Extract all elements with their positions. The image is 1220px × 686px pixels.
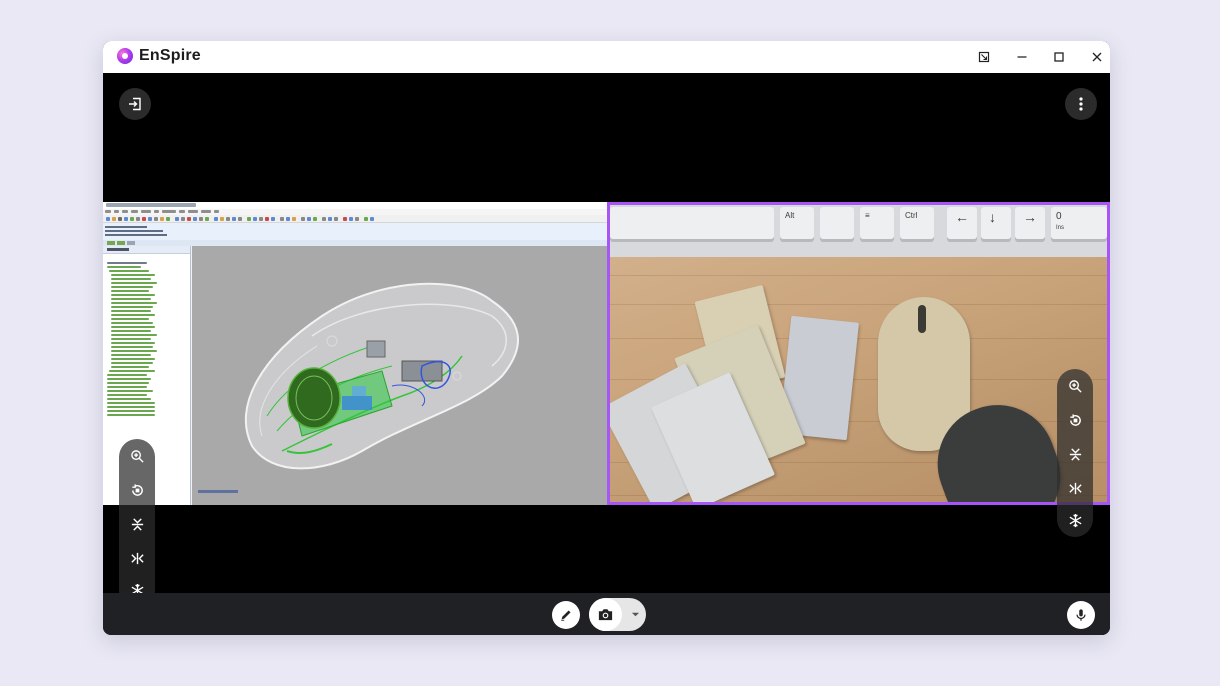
- cad-3d-viewport: [192, 246, 607, 505]
- zoom-in-icon: [130, 449, 144, 463]
- cad-toolbar: [103, 215, 607, 223]
- keyboard-in-view: Alt ≡ Ctrl ← ↓ → 0 Ins: [610, 205, 1107, 257]
- left-panel-tools: [119, 439, 155, 609]
- cad-window-title: [103, 202, 607, 209]
- zoom-in-button[interactable]: [1057, 371, 1093, 401]
- capture-control: [589, 598, 646, 631]
- right-panel-tools: [1057, 369, 1093, 537]
- cad-message-area: [103, 223, 607, 240]
- more-options-button[interactable]: [1065, 88, 1097, 120]
- flip-horizontal-button[interactable]: [119, 543, 155, 573]
- more-vertical-icon: [1079, 97, 1083, 111]
- flip-horizontal-icon: [1068, 482, 1082, 494]
- key-right: →: [1015, 207, 1045, 239]
- video-stage: Alt ≡ Ctrl ← ↓ → 0 Ins: [103, 73, 1110, 609]
- flip-vertical-icon: [131, 517, 143, 531]
- mouse-wheel: [918, 305, 926, 333]
- rotate-button[interactable]: [119, 475, 155, 505]
- rotate-button[interactable]: [1057, 405, 1093, 435]
- annotate-button[interactable]: [552, 601, 580, 629]
- freeze-button[interactable]: [1057, 505, 1093, 535]
- resize-icon: [978, 51, 990, 63]
- key-ins-label: Ins: [1056, 225, 1065, 231]
- title-bar: EnSpire: [103, 41, 1110, 73]
- key-zero-ins: 0 Ins: [1051, 207, 1107, 239]
- capture-photo-button[interactable]: [589, 598, 622, 631]
- key-menu: ≡: [860, 207, 894, 239]
- minimize-icon: [1017, 56, 1027, 58]
- app-logo-icon: [117, 48, 133, 64]
- exit-button[interactable]: [119, 88, 151, 120]
- microphone-button[interactable]: [1067, 601, 1095, 629]
- camera-icon: [598, 609, 613, 621]
- app-title: EnSpire: [139, 47, 201, 64]
- key-down: ↓: [981, 207, 1011, 239]
- rotate-icon: [1069, 413, 1081, 426]
- key-ctrl: Ctrl: [900, 207, 934, 239]
- resize-button[interactable]: [973, 47, 995, 67]
- key-alt: Alt: [780, 207, 814, 239]
- zoom-in-button[interactable]: [119, 441, 155, 471]
- wooden-desk: [610, 257, 1107, 502]
- flip-vertical-icon: [1069, 447, 1081, 461]
- key-zero-label: 0: [1056, 211, 1062, 222]
- rotate-icon: [131, 483, 143, 496]
- microphone-icon: [1076, 609, 1086, 621]
- capture-options-dropdown[interactable]: [625, 598, 645, 631]
- zoom-in-icon: [1068, 379, 1082, 393]
- close-icon: [1092, 52, 1102, 62]
- exit-icon: [129, 97, 141, 111]
- minimize-button[interactable]: [1011, 47, 1033, 67]
- key-left: ←: [947, 207, 977, 239]
- pen-icon: [561, 610, 571, 621]
- flip-vertical-button[interactable]: [119, 509, 155, 539]
- caret-down-icon: [631, 612, 639, 617]
- close-button[interactable]: [1086, 47, 1108, 67]
- camera-feed-panel[interactable]: Alt ≡ Ctrl ← ↓ → 0 Ins: [607, 202, 1110, 505]
- flip-vertical-button[interactable]: [1057, 439, 1093, 469]
- shared-screen-panel[interactable]: [103, 202, 607, 505]
- key-space: [610, 207, 774, 239]
- flip-horizontal-button[interactable]: [1057, 473, 1093, 503]
- maximize-button[interactable]: [1048, 47, 1070, 67]
- key-round: [820, 207, 854, 239]
- flip-horizontal-icon: [130, 552, 144, 564]
- bottom-toolbar: [103, 593, 1110, 635]
- maximize-icon: [1054, 52, 1064, 62]
- app-window: EnSpire Alt ≡ Ctrl ← ↓ → 0 Ins: [103, 41, 1110, 635]
- viewport-caption: [198, 490, 238, 493]
- freeze-icon: [1069, 513, 1081, 527]
- mouse-3d-model: [244, 282, 519, 470]
